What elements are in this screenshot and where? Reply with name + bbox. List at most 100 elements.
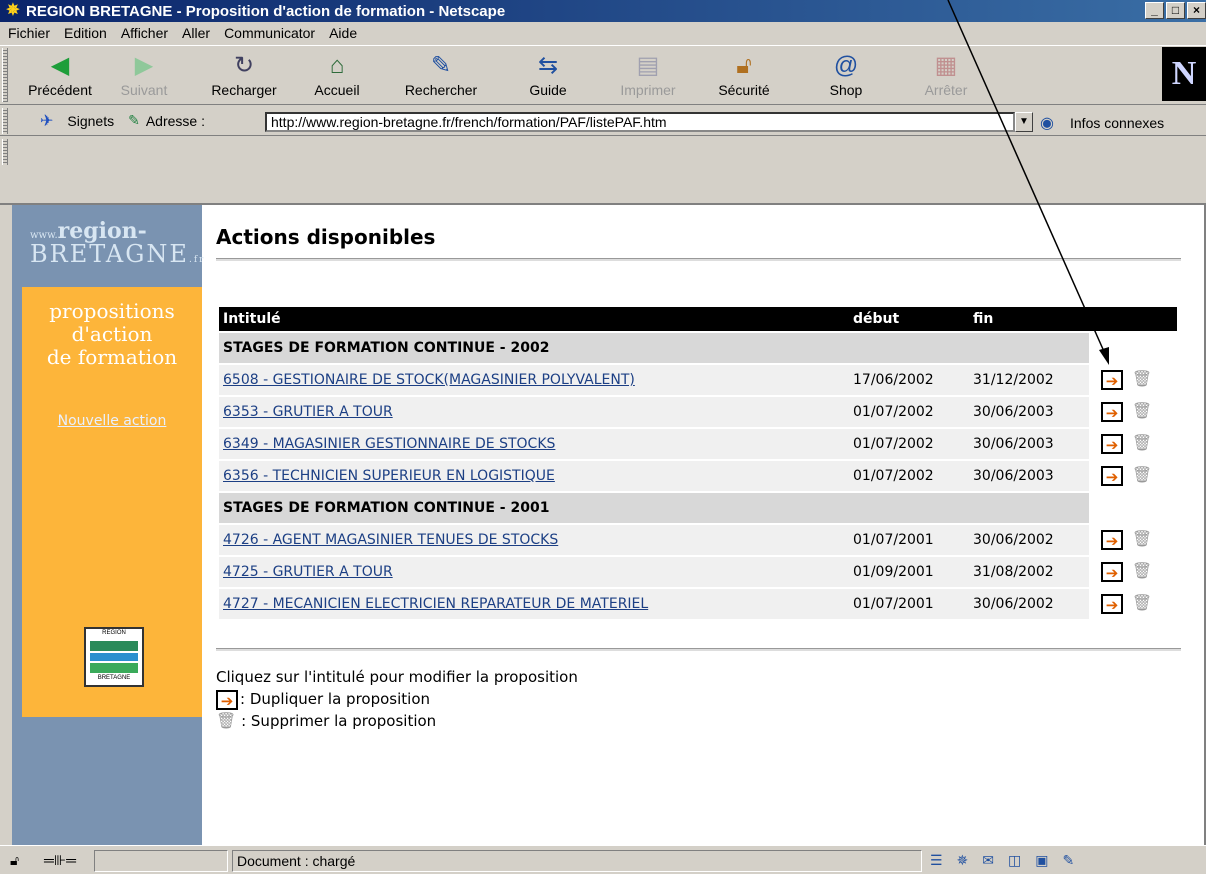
table-row: 4727 - MECANICIEN ELECTRICIEN REPARATEUR… <box>219 589 1177 619</box>
table-row: 6353 - GRUTIER A TOUR 01/07/2002 30/06/200… <box>219 397 1177 427</box>
shop-icon: @ <box>833 52 859 79</box>
section-label: STAGES DE FORMATION CONTINUE - 2001 <box>219 493 1089 523</box>
related-links-button[interactable]: Infos connexes <box>1070 115 1164 131</box>
divider <box>216 648 1181 651</box>
section-row: STAGES DE FORMATION CONTINUE - 2001 <box>219 493 1177 523</box>
minimize-button[interactable]: _ <box>1145 2 1164 19</box>
locbar-grip[interactable] <box>2 108 8 134</box>
action-title-link[interactable]: 6349 - MAGASINIER GESTIONNAIRE DE STOCKS <box>223 436 555 452</box>
end-date: 30/06/2003 <box>969 461 1089 491</box>
start-date: 01/07/2001 <box>849 589 969 619</box>
search-button[interactable]: ✎ Rechercher <box>401 52 481 98</box>
menu-afficher[interactable]: Afficher <box>121 25 168 41</box>
forward-button[interactable]: ▶ Suivant <box>104 52 184 98</box>
trash-icon[interactable]: 🗑︎ <box>1131 402 1153 422</box>
end-date: 30/06/2002 <box>969 589 1089 619</box>
action-title-link[interactable]: 6353 - GRUTIER A TOUR <box>223 404 393 420</box>
action-title-link[interactable]: 4725 - GRUTIER A TOUR <box>223 564 393 580</box>
action-title-link[interactable]: 4726 - AGENT MAGASINIER TENUES DE STOCKS <box>223 532 558 548</box>
shop-button[interactable]: @ Shop <box>806 52 886 98</box>
lock-icon: 🔓︎ <box>736 52 752 79</box>
col-actions <box>1089 307 1177 331</box>
address-input[interactable]: http://www.region-bretagne.fr/french/for… <box>265 112 1015 132</box>
back-arrow-icon: ◀ <box>50 52 70 79</box>
trash-icon[interactable]: 🗑︎ <box>1131 434 1153 454</box>
search-icon: ✎ <box>430 52 452 79</box>
sidebar-heading: propositions d'action de formation <box>46 299 178 369</box>
site-logo[interactable]: www.region- BRETAGNE.fr <box>30 220 205 266</box>
personal-toolbar <box>0 137 1206 205</box>
maximize-button[interactable]: □ <box>1166 2 1185 19</box>
personal-toolbar-grip[interactable] <box>2 139 8 165</box>
stop-icon: ▦ <box>934 52 958 79</box>
related-links-icon[interactable]: ◉ <box>1040 113 1054 133</box>
col-fin: fin <box>969 307 1089 331</box>
window-titlebar: ✵ REGION BRETAGNE - Proposition d'action… <box>0 0 1206 22</box>
menu-communicator[interactable]: Communicator <box>224 25 315 41</box>
home-button[interactable]: ⌂ Accueil <box>297 52 377 98</box>
region-bretagne-emblem: REGION BRETAGNE <box>84 627 144 687</box>
action-title-link[interactable]: 4727 - MECANICIEN ELECTRICIEN REPARATEUR… <box>223 596 648 612</box>
guide-button[interactable]: ⇆ Guide <box>508 52 588 98</box>
trash-icon[interactable]: 🗑︎ <box>1131 562 1153 582</box>
trash-icon[interactable]: 🗑︎ <box>1131 370 1153 390</box>
duplicate-icon[interactable]: ➔ <box>1101 402 1123 422</box>
start-date: 01/07/2001 <box>849 525 969 555</box>
start-date: 01/07/2002 <box>849 461 969 491</box>
netscape-logo[interactable]: N <box>1162 47 1206 101</box>
toolbar-grip[interactable] <box>2 48 8 102</box>
new-action-link[interactable]: Nouvelle action <box>22 413 202 429</box>
trash-icon: 🗑︎ <box>216 711 237 730</box>
duplicate-icon[interactable]: ➔ <box>1101 370 1123 390</box>
menu-fichier[interactable]: Fichier <box>8 25 50 41</box>
netscape-app-icon: ✵ <box>6 2 20 19</box>
col-intitule: Intitulé <box>219 307 849 331</box>
duplicate-icon[interactable]: ➔ <box>1101 434 1123 454</box>
action-title-link[interactable]: 6356 - TECHNICIEN SUPERIEUR EN LOGISTIQU… <box>223 468 555 484</box>
reload-button[interactable]: ↻ Recharger <box>204 52 284 98</box>
legend: Cliquez sur l'intitulé pour modifier la … <box>216 666 578 732</box>
menu-aller[interactable]: Aller <box>182 25 210 41</box>
trash-icon[interactable]: 🗑︎ <box>1131 594 1153 614</box>
component-bar-icons[interactable]: ☰✵✉◫▣✎ <box>926 850 1202 872</box>
back-button[interactable]: ◀ Précédent <box>20 52 100 98</box>
end-date: 30/06/2003 <box>969 397 1089 427</box>
table-header-row: Intitulé début fin <box>219 307 1177 331</box>
security-button[interactable]: 🔓︎ Sécurité <box>704 52 784 98</box>
section-label: STAGES DE FORMATION CONTINUE - 2002 <box>219 333 1089 363</box>
table-row: 4725 - GRUTIER A TOUR 01/09/2001 31/08/200… <box>219 557 1177 587</box>
legend-delete: : Supprimer la proposition <box>241 712 437 730</box>
address-dropdown-button[interactable]: ▼ <box>1015 112 1033 132</box>
bookmarks-button[interactable]: Signets <box>67 113 114 129</box>
menu-aide[interactable]: Aide <box>329 25 357 41</box>
home-icon: ⌂ <box>329 52 345 79</box>
start-date: 01/09/2001 <box>849 557 969 587</box>
navigation-toolbar: ◀ Précédent ▶ Suivant ↻ Recharger ⌂ Accueil … <box>0 45 1206 105</box>
status-bar: 🔓︎ ═⊪═ Document : chargé ☰✵✉◫▣✎ <box>0 845 1206 874</box>
trash-icon[interactable]: 🗑︎ <box>1131 466 1153 486</box>
logo-bretagne: BRETAGNE <box>30 240 189 268</box>
col-debut: début <box>849 307 969 331</box>
start-date: 01/07/2002 <box>849 397 969 427</box>
duplicate-icon[interactable]: ➔ <box>1101 562 1123 582</box>
duplicate-icon[interactable]: ➔ <box>1101 530 1123 550</box>
stop-button[interactable]: ▦ Arrêter <box>906 52 986 98</box>
security-lock-icon[interactable]: 🔓︎ <box>6 850 36 872</box>
table-row: 6356 - TECHNICIEN SUPERIEUR EN LOGISTIQU… <box>219 461 1177 491</box>
close-button[interactable]: × <box>1187 2 1206 19</box>
table-row: 6349 - MAGASINIER GESTIONNAIRE DE STOCKS… <box>219 429 1177 459</box>
end-date: 30/06/2002 <box>969 525 1089 555</box>
reload-icon: ↻ <box>233 52 255 79</box>
trash-icon[interactable]: 🗑︎ <box>1131 530 1153 550</box>
guide-icon: ⇆ <box>537 52 559 79</box>
menu-edition[interactable]: Edition <box>64 25 107 41</box>
legend-duplicate: : Dupliquer la proposition <box>240 690 431 708</box>
duplicate-icon[interactable]: ➔ <box>1101 466 1123 486</box>
end-date: 30/06/2003 <box>969 429 1089 459</box>
action-title-link[interactable]: 6508 - GESTIONAIRE DE STOCK(MAGASINIER P… <box>223 372 635 388</box>
page-proxy-icon[interactable]: ✎ <box>128 112 140 129</box>
end-date: 31/08/2002 <box>969 557 1089 587</box>
bookmarks-icon[interactable]: ✈ <box>40 111 53 131</box>
print-button[interactable]: ▤ Imprimer <box>608 52 688 98</box>
duplicate-icon[interactable]: ➔ <box>1101 594 1123 614</box>
